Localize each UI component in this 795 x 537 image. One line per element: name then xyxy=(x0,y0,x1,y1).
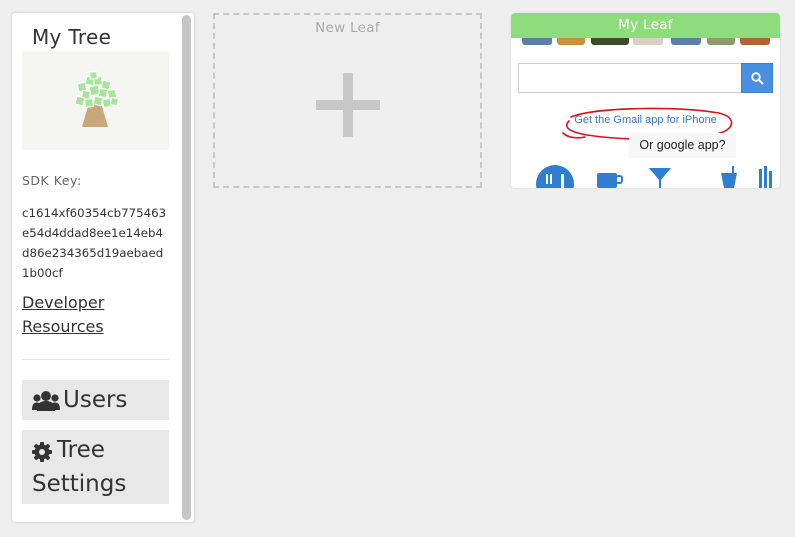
developer-resources-link[interactable]: Developer Resources xyxy=(22,291,169,339)
bar-icon xyxy=(649,168,671,188)
thumbnail xyxy=(522,38,552,45)
thumbnail xyxy=(557,38,585,45)
my-leaf-title: My Leaf xyxy=(618,17,673,33)
my-leaf-header: My Leaf xyxy=(511,13,780,38)
drink-icon xyxy=(721,166,737,188)
users-button-label: Users xyxy=(63,387,128,413)
thumbnail xyxy=(633,38,663,45)
sidebar-scrollbar[interactable] xyxy=(182,15,191,520)
thumbnail xyxy=(740,38,770,45)
users-button[interactable]: Users xyxy=(22,380,169,420)
plus-icon xyxy=(316,73,380,137)
sidebar-divider xyxy=(22,359,169,360)
sdk-key-label: SDK Key: xyxy=(22,173,82,188)
category-icons xyxy=(511,163,780,188)
tree-settings-button-label: Tree Settings xyxy=(32,437,127,497)
tree-title: My Tree xyxy=(32,25,112,49)
tree-logo xyxy=(22,51,169,150)
thumbnail-strip xyxy=(511,38,780,46)
search-icon xyxy=(751,72,764,85)
annotation-note: Or google app? xyxy=(629,133,736,158)
more-icon xyxy=(759,166,772,188)
coffee-icon xyxy=(597,173,623,188)
tree-settings-button[interactable]: Tree Settings xyxy=(22,430,169,504)
thumbnail xyxy=(707,38,735,45)
sidebar: My Tree SDK Key: c1614xf60354cb775463e54… xyxy=(12,13,194,522)
new-leaf-card[interactable]: New Leaf xyxy=(213,13,482,188)
thumbnail xyxy=(591,38,629,45)
new-leaf-label: New Leaf xyxy=(315,20,380,36)
thumbnail xyxy=(671,38,701,45)
users-icon xyxy=(32,390,60,416)
search-button[interactable] xyxy=(741,63,773,93)
sidebar-content: My Tree SDK Key: c1614xf60354cb775463e54… xyxy=(22,13,169,522)
restaurant-icon xyxy=(536,165,574,188)
tree-icon xyxy=(74,71,119,127)
search-input[interactable] xyxy=(518,63,742,93)
my-leaf-card[interactable]: My Leaf Get the Gmail app for iPhone Or … xyxy=(511,13,780,188)
sdk-key-value: c1614xf60354cb775463e54d4ddad8ee1e14eb4d… xyxy=(22,206,167,280)
